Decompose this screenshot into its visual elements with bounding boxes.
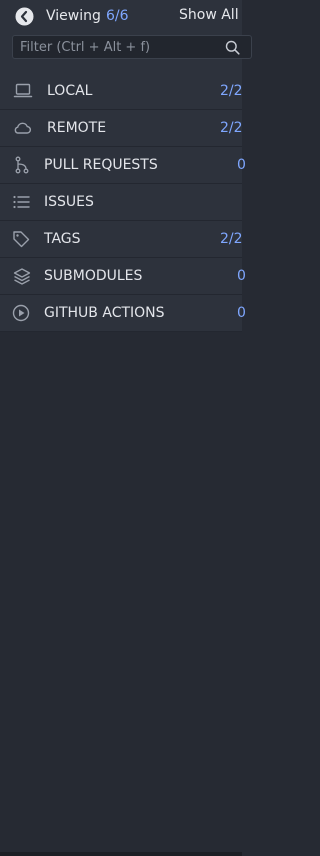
list-icon [13, 195, 30, 209]
filter-input[interactable]: Filter (Ctrl + Alt + f) [12, 35, 252, 59]
laptop-icon [13, 83, 33, 98]
section-tags[interactable]: TAGS 2/2 [0, 221, 243, 258]
section-label: PULL REQUESTS [44, 157, 158, 173]
section-label: LOCAL [47, 83, 93, 99]
chevron-left-circle-icon [15, 7, 34, 26]
section-label: ISSUES [44, 194, 94, 210]
section-label: TAGS [44, 231, 81, 247]
filter-placeholder: Filter (Ctrl + Alt + f) [20, 40, 151, 55]
section-label: SUBMODULES [44, 268, 143, 284]
section-local[interactable]: LOCAL 2/2 [0, 73, 243, 110]
viewing-label: Viewing [46, 8, 101, 24]
section-count: 2/2 [220, 231, 243, 247]
back-button[interactable] [15, 7, 34, 26]
section-count: 0 [237, 268, 246, 284]
section-pull-requests[interactable]: PULL REQUESTS 0 [0, 147, 246, 184]
section-count: 0 [237, 157, 246, 173]
section-count: 2/2 [220, 83, 243, 99]
viewing-header: Viewing 6/6 Show All [0, 0, 242, 33]
section-github-actions[interactable]: GITHUB ACTIONS 0 [0, 295, 246, 332]
search-icon [225, 40, 240, 55]
viewing-count: 6/6 [106, 8, 129, 24]
pull-request-icon [15, 156, 29, 174]
cloud-icon [14, 122, 32, 134]
tag-icon [13, 231, 30, 248]
section-label: GITHUB ACTIONS [44, 305, 165, 321]
show-all-button[interactable]: Show All [179, 6, 239, 25]
bottom-divider [0, 852, 242, 856]
left-panel-header: Viewing 6/6 Show All Filter (Ctrl + Alt … [0, 0, 252, 73]
play-circle-icon [12, 304, 30, 322]
section-label: REMOTE [47, 120, 107, 136]
section-submodules[interactable]: SUBMODULES 0 [0, 258, 246, 295]
section-issues[interactable]: ISSUES [0, 184, 242, 221]
section-remote[interactable]: REMOTE 2/2 [0, 110, 243, 147]
layers-icon [13, 268, 31, 285]
section-count: 0 [237, 305, 246, 321]
section-count: 2/2 [220, 120, 243, 136]
